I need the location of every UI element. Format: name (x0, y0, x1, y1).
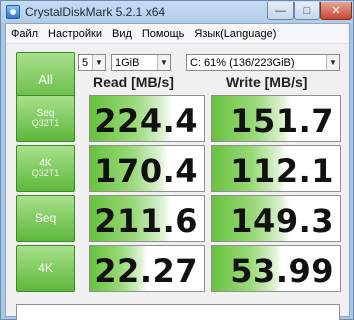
title-bar[interactable]: CrystalDiskMark 5.2.1 x64 — □ ✕ (1, 1, 353, 23)
chevron-down-icon[interactable]: ▼ (92, 55, 105, 70)
menu-view[interactable]: Вид (107, 28, 137, 40)
test-button-seq-q32t1[interactable]: Seq Q32T1 (16, 95, 75, 142)
result-value: 211.6 (94, 202, 198, 240)
read-column-header: Read [MB/s] (93, 74, 174, 90)
app-window: CrystalDiskMark 5.2.1 x64 — □ ✕ Файл Нас… (0, 0, 354, 320)
result-value: 224.4 (94, 102, 198, 140)
test-count-select[interactable]: 5 ▼ (78, 54, 106, 71)
test-sublabel: Q32T1 (31, 118, 60, 129)
close-button[interactable]: ✕ (320, 2, 352, 20)
result-read-4k-q32t1: 170.4 (89, 145, 205, 192)
menu-file[interactable]: Файл (6, 28, 43, 40)
result-write-4k-q32t1: 112.1 (211, 145, 341, 192)
drive-value: C: 61% (136/223GiB) (190, 56, 295, 69)
result-value: 112.1 (230, 152, 334, 190)
disk-icon (6, 5, 20, 19)
result-read-seq: 211.6 (89, 195, 205, 242)
chevron-down-icon[interactable]: ▼ (157, 55, 170, 70)
result-value: 149.3 (230, 202, 334, 240)
test-count-value: 5 (82, 56, 89, 69)
minimize-button[interactable]: — (267, 2, 294, 20)
test-button-4k[interactable]: 4K (16, 245, 75, 292)
write-column-header: Write [MB/s] (226, 74, 308, 90)
test-sublabel: Q32T1 (31, 168, 60, 179)
main-panel: Файл Настройки Вид Помощь Язык(Language)… (5, 23, 350, 320)
result-write-4k: 53.99 (211, 245, 341, 292)
test-size-value: 1GiB (115, 56, 140, 69)
test-label: Seq (34, 210, 57, 225)
test-size-select[interactable]: 1GiB ▼ (111, 54, 171, 71)
window-title: CrystalDiskMark 5.2.1 x64 (25, 5, 166, 19)
test-button-4k-q32t1[interactable]: 4K Q32T1 (16, 145, 75, 192)
result-value: 151.7 (230, 102, 334, 140)
menu-help[interactable]: Помощь (137, 28, 190, 40)
result-value: 22.27 (94, 252, 198, 290)
result-value: 170.4 (94, 152, 198, 190)
test-label: 4K (38, 260, 53, 275)
result-read-seq-q32t1: 224.4 (89, 95, 205, 142)
menu-language[interactable]: Язык(Language) (189, 28, 281, 40)
menu-bar: Файл Настройки Вид Помощь Язык(Language) (6, 24, 349, 44)
drive-select[interactable]: C: 61% (136/223GiB) ▼ (186, 54, 340, 71)
result-write-seq-q32t1: 151.7 (211, 95, 341, 142)
test-button-seq[interactable]: Seq (16, 195, 75, 242)
result-read-4k: 22.27 (89, 245, 205, 292)
result-value: 53.99 (230, 252, 334, 290)
maximize-button[interactable]: □ (294, 2, 320, 20)
menu-settings[interactable]: Настройки (43, 28, 107, 40)
chevron-down-icon[interactable]: ▼ (326, 55, 339, 70)
comment-input[interactable] (16, 304, 340, 320)
result-write-seq: 149.3 (211, 195, 341, 242)
